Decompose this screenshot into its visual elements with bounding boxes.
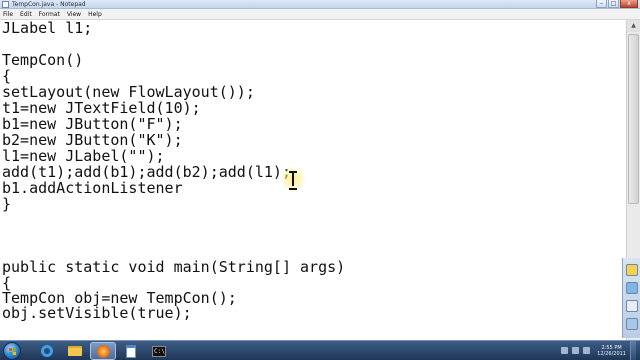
code-line: setLayout(new FlowLayout()); — [2, 83, 255, 101]
menu-help[interactable]: Help — [88, 9, 102, 20]
gadget-icon[interactable] — [626, 300, 638, 312]
menu-file[interactable]: File — [3, 9, 13, 20]
side-gadget-strip — [622, 258, 640, 338]
code-line: b2=new JButton("K"); — [2, 131, 183, 149]
show-desktop-button[interactable] — [630, 341, 636, 360]
notepad-app-icon — [2, 1, 9, 8]
window-controls: – □ x — [596, 0, 638, 8]
menu-view[interactable]: View — [67, 9, 81, 20]
gadget-icon[interactable] — [626, 282, 638, 294]
code-line: obj.setVisible(true); — [2, 304, 192, 322]
scrollbar-thumb[interactable] — [628, 34, 639, 204]
tray-arrow-icon[interactable] — [561, 347, 569, 354]
cmd-icon: C:\ — [152, 345, 166, 357]
minimize-button[interactable]: – — [596, 0, 607, 8]
start-button[interactable] — [3, 342, 21, 360]
code-line: { — [2, 67, 12, 85]
code-line: b1=new JButton("F"); — [2, 115, 183, 133]
taskbar-ie-button[interactable] — [34, 342, 60, 360]
scroll-up-arrow-icon[interactable]: ▲ — [627, 20, 640, 32]
code-line: public static void main(String[] args) — [2, 258, 346, 276]
maximize-button[interactable]: □ — [608, 0, 619, 8]
code-line: b1.addActionListener — [2, 179, 183, 197]
media-icon — [96, 344, 110, 358]
menu-edit[interactable]: Edit — [20, 9, 32, 20]
gadget-icon[interactable] — [626, 318, 638, 330]
gadget-icon[interactable] — [626, 264, 638, 276]
code-line: } — [2, 195, 12, 213]
notepad-icon — [126, 344, 136, 358]
folder-icon — [68, 346, 82, 356]
code-line: TempCon() — [2, 51, 84, 69]
taskbar-notepad-button[interactable] — [118, 342, 144, 360]
volume-icon[interactable] — [583, 347, 591, 354]
taskbar-cmd-button[interactable]: C:\ — [146, 342, 172, 360]
code-line: JLabel l1; — [2, 20, 93, 37]
taskbar: C:\ 2:55 PM 12/26/2011 — [0, 340, 640, 360]
windows-logo-icon — [9, 348, 16, 355]
ie-icon — [41, 345, 53, 357]
close-button[interactable]: x — [620, 0, 638, 8]
menu-bar: File Edit Format View Help — [0, 9, 640, 20]
code-line: l1=new JLabel(""); — [2, 147, 165, 165]
system-tray: 2:55 PM 12/26/2011 — [561, 341, 636, 360]
taskbar-media-button[interactable] — [90, 342, 116, 360]
menu-format[interactable]: Format — [39, 9, 60, 20]
text-editor[interactable]: JLabel l1; TempCon() { setLayout(new Flo… — [0, 20, 626, 340]
code-line: add(t1);add(b1);add(b2);add(l1); — [2, 163, 291, 181]
text-cursor-icon — [289, 171, 297, 190]
network-icon[interactable] — [572, 347, 580, 354]
taskbar-explorer-button[interactable] — [62, 342, 88, 360]
code-line: t1=new JTextField(10); — [2, 99, 201, 117]
clock[interactable]: 2:55 PM 12/26/2011 — [597, 345, 626, 357]
clock-date: 12/26/2011 — [597, 350, 626, 357]
